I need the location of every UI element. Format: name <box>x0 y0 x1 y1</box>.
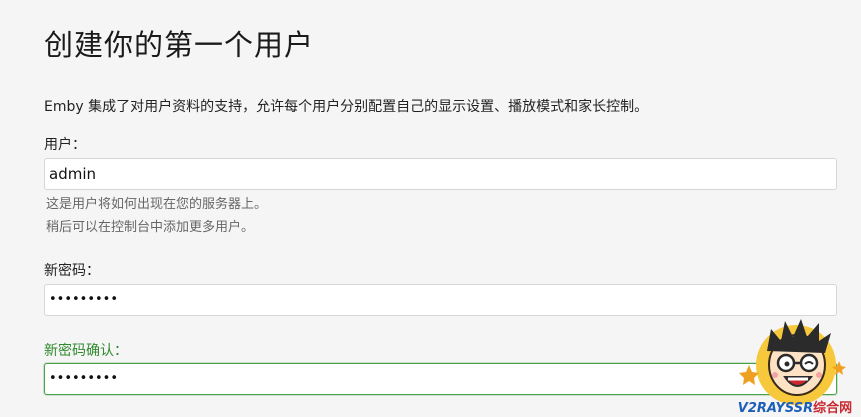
username-input[interactable]: admin <box>44 158 837 190</box>
password-confirm-input[interactable]: ••••••••• <box>44 363 837 395</box>
password-confirm-label: 新密码确认： <box>44 343 128 359</box>
username-hint-1: 这是用户将如何出现在您的服务器上。 <box>46 197 268 212</box>
page-title: 创建你的第一个用户 <box>44 28 315 62</box>
watermark-text-latin: V2RAYSSR <box>737 401 814 416</box>
password-input[interactable]: ••••••••• <box>44 284 837 316</box>
password-label: 新密码： <box>44 263 100 279</box>
watermark-text-cn: 综合网 <box>813 401 853 416</box>
cartoon-mascot-icon <box>739 319 846 405</box>
watermark: V2RAYSSR综合网 <box>731 307 861 417</box>
watermark-text: V2RAYSSR综合网 <box>731 397 859 416</box>
setup-user-page: 创建你的第一个用户 Emby 集成了对用户资料的支持，允许每个用户分别配置自己的… <box>0 0 861 417</box>
username-label: 用户： <box>44 137 86 153</box>
intro-text: Emby 集成了对用户资料的支持，允许每个用户分别配置自己的显示设置、播放模式和… <box>44 99 649 115</box>
username-hint-2: 稍后可以在控制台中添加更多用户。 <box>46 220 255 235</box>
